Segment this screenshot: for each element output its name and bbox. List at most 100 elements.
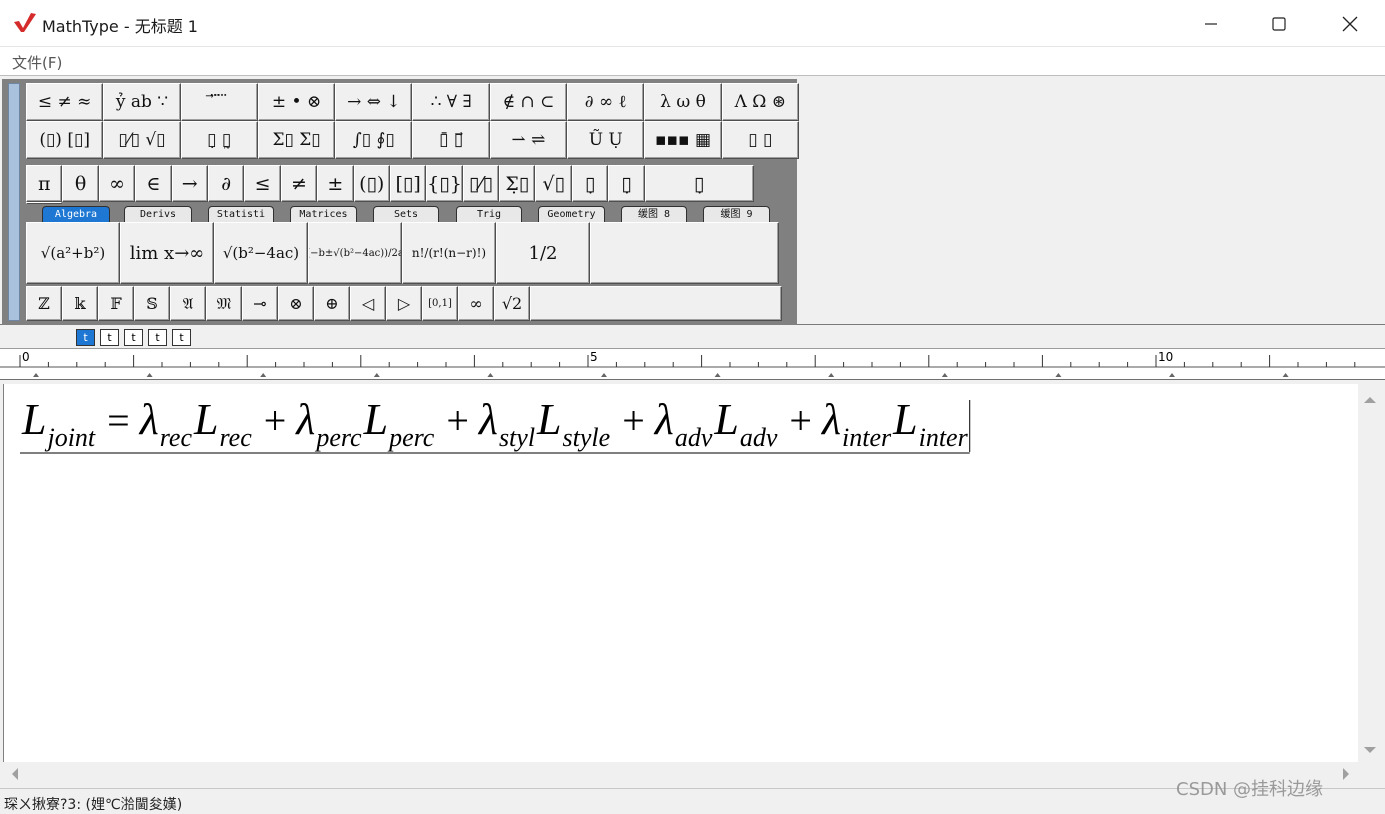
scroll-right-icon[interactable] (1336, 762, 1356, 786)
theta-button[interactable]: θ (62, 165, 99, 202)
spaces-ellipses-palette-button[interactable]: ỷ ab ∵ (103, 83, 181, 121)
combination-template[interactable]: n!/(r!(n−r)!) (402, 222, 496, 284)
horizontal-scrollbar[interactable] (3, 762, 1358, 786)
equation-symbol: λ (138, 395, 159, 444)
tab-derivs[interactable]: Derivs (124, 206, 192, 222)
oplus-button[interactable]: ⊕ (314, 286, 350, 321)
less-equal-button[interactable]: ≤ (244, 165, 281, 202)
equation-operator: + (622, 398, 645, 443)
plus-minus-button[interactable]: ± (317, 165, 354, 202)
partial-button[interactable]: ∂ (207, 165, 245, 202)
sqrt2-button[interactable]: √2 (494, 286, 530, 321)
tab-trig[interactable]: Trig (456, 206, 522, 222)
tab-algebra[interactable]: Algebra (42, 206, 110, 222)
brackets-button[interactable]: [▯] (389, 165, 427, 202)
integrals-palette-button[interactable]: ∫▯ ∮▯ (335, 121, 413, 159)
vertical-scrollbar[interactable] (1358, 384, 1382, 762)
status-text: 琛ㄨ揪寮?3: (娌℃湁閫夋嫨) (4, 797, 183, 813)
equation-subscript: style (563, 423, 611, 452)
subscript-button[interactable]: ▯̣ (608, 165, 645, 202)
labeled-arrows-palette-button[interactable]: ⇀ ⇌ (489, 121, 568, 159)
blackboard-k-button[interactable]: 𝕜 (62, 286, 98, 321)
multimap-button[interactable]: ⊸ (242, 286, 278, 321)
maximize-button[interactable] (1245, 0, 1313, 47)
infinity-button[interactable]: ∞ (98, 165, 136, 202)
equation-subscript: inter (919, 423, 969, 452)
pi-button[interactable]: π (26, 165, 63, 202)
fences-palette-button[interactable]: (▯) [▯] (26, 121, 104, 159)
braces-button[interactable]: {▯} (426, 165, 463, 202)
summation-palette-button[interactable]: Σ▯ Σ▯ (257, 121, 336, 159)
equation-subscript: perc (387, 423, 435, 452)
relations-palette-button[interactable]: ≤ ≠ ≈ (26, 83, 104, 121)
tab-geometry[interactable]: Geometry (538, 206, 605, 222)
boxes-palette-button[interactable]: ▯ ▯ (721, 121, 799, 159)
bottom-symbol-bar: ℤ 𝕜 𝔽 𝕊 𝔄 𝔐 ⊸ ⊗ ⊕ ◁ ▷ [0,1] ∞ √2 (26, 286, 782, 321)
fraction-button[interactable]: ▯⁄▯ (462, 165, 500, 202)
scripts-palette-button[interactable]: ▯̣ ▯̰ (180, 121, 258, 159)
parentheses-button[interactable]: (▯) (353, 165, 390, 202)
limit-template[interactable]: lim x→∞ (120, 222, 214, 284)
tab-statistics[interactable]: Statisti (208, 206, 274, 222)
greek-upper-palette-button[interactable]: Λ Ω ⊛ (721, 83, 799, 121)
fraktur-a-button[interactable]: 𝔄 (170, 286, 206, 321)
tab-8[interactable]: 缓图 8 (621, 206, 687, 222)
tab-matrices[interactable]: Matrices (290, 206, 357, 222)
close-button[interactable] (1316, 0, 1384, 47)
small-symbol-bar: π θ ∞ ∈ → ∂ ≤ ≠ ± (▯) [▯] {▯} ▯⁄▯ Σ̣▯ √▯… (26, 165, 754, 204)
not-equal-button[interactable]: ≠ (280, 165, 318, 202)
tab-sets[interactable]: Sets (373, 206, 439, 222)
equation-editor[interactable]: Ljoint = λ rec Lrec + λ perc Lperc + λ styl Lstyle + λ… (3, 384, 1358, 762)
equation-symbol: L (713, 395, 738, 444)
scroll-up-icon[interactable] (1358, 390, 1382, 410)
size-button-subsymbol[interactable]: t (172, 329, 191, 346)
equation[interactable]: Ljoint = λ rec Lrec + λ perc Lperc + λ styl Lstyle + λ… (20, 392, 1075, 454)
equation-subscript: joint (44, 423, 95, 452)
triangle-right-button[interactable]: ▷ (386, 286, 422, 321)
blackboard-s-button[interactable]: 𝕊 (134, 286, 170, 321)
minimize-button[interactable] (1177, 0, 1245, 47)
fraktur-m-button[interactable]: 𝔐 (206, 286, 242, 321)
field-button[interactable]: 𝔽 (98, 286, 134, 321)
size-button-symbol[interactable]: t (148, 329, 167, 346)
tab-9[interactable]: 缓图 9 (703, 206, 770, 222)
sqrt-button[interactable]: √▯ (535, 165, 572, 202)
equation-operator: = (107, 398, 130, 443)
empty-template-slot (590, 222, 779, 284)
sum-button[interactable]: Σ̣▯ (499, 165, 536, 202)
quadratic-formula-template[interactable]: (−b±√(b²−4ac))/2a (308, 222, 402, 284)
greek-lower-palette-button[interactable]: λ ω θ (644, 83, 722, 121)
misc-symbols-palette-button[interactable]: ∂ ∞ ℓ (567, 83, 645, 121)
discriminant-template[interactable]: √(b²−4ac) (214, 222, 308, 284)
toolbar-grip[interactable] (8, 83, 20, 321)
equation-symbol: λ (477, 395, 498, 444)
embellishments-palette-button[interactable]: ⃗ ⃛ ⃜ (180, 83, 258, 121)
products-palette-button[interactable]: Ũ Ụ (567, 121, 645, 159)
arrows-palette-button[interactable]: → ⇔ ↓ (335, 83, 413, 121)
operators-palette-button[interactable]: ± • ⊗ (257, 83, 336, 121)
size-button-sub[interactable]: t (100, 329, 119, 346)
fractions-radicals-palette-button[interactable]: ▯⁄▯ √▯ (103, 121, 181, 159)
size-button-subsub[interactable]: t (124, 329, 143, 346)
logic-palette-button[interactable]: ∴ ∀ ∃ (412, 83, 490, 121)
pythagoras-template[interactable]: √(a²+b²) (26, 222, 120, 284)
size-button-full[interactable]: t (76, 329, 95, 346)
equation-symbol: L (363, 395, 388, 444)
scroll-left-icon[interactable] (5, 762, 25, 786)
integers-button[interactable]: ℤ (26, 286, 62, 321)
arrow-button[interactable]: → (171, 165, 208, 202)
bars-arrows-palette-button[interactable]: ▯̄ ▯⃗ (412, 121, 490, 159)
interval-button[interactable]: [0,1] (422, 286, 458, 321)
otimes-button[interactable]: ⊗ (278, 286, 314, 321)
one-half-template[interactable]: 1/2 (496, 222, 590, 284)
minimize-icon (1205, 22, 1217, 25)
element-of-button[interactable]: ∈ (135, 165, 172, 202)
superscript-button[interactable]: ▯̣ (571, 165, 609, 202)
scroll-down-icon[interactable] (1358, 740, 1382, 760)
sets-palette-button[interactable]: ∉ ∩ ⊂ (489, 83, 568, 121)
sub-superscript-button[interactable]: ▯̣ (644, 165, 754, 202)
infinity-small-button[interactable]: ∞ (458, 286, 494, 321)
matrices-palette-button[interactable]: ▪▪▪ ▦ (644, 121, 722, 159)
triangle-left-button[interactable]: ◁ (350, 286, 386, 321)
menu-file[interactable]: 文件(F) (12, 52, 62, 73)
